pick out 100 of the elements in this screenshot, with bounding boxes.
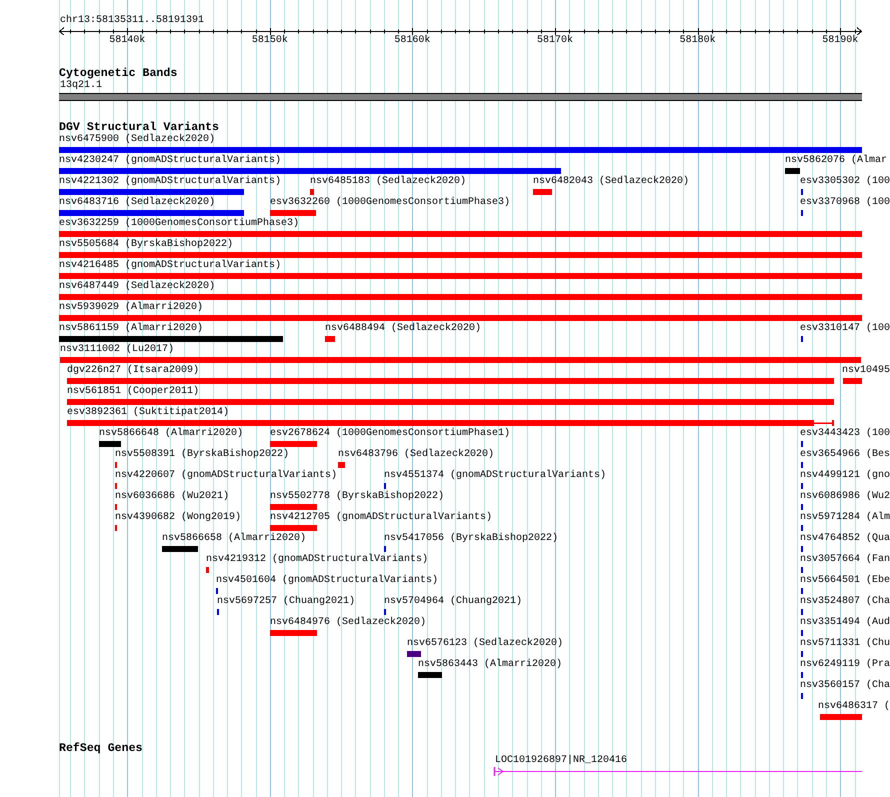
track-title: RefSeq Genes [59,742,142,755]
variant-label: nsv4219312 (gnomADStructuralVariants) [206,554,428,566]
variant-label: nsv5971284 (Alm [800,512,890,524]
variant-bar[interactable] [60,357,861,363]
tick-label: 58140k [109,35,146,47]
variant-label: nsv10495 [842,365,890,377]
variant-bar[interactable] [162,546,198,552]
variant-bar[interactable] [843,378,862,384]
variant-bar[interactable] [270,210,316,216]
variant-bar[interactable] [418,672,442,678]
variant-bar[interactable] [533,189,552,195]
variant-label: nsv3057664 (Fan [800,554,890,566]
variant-label: nsv4221302 (gnomADStructuralVariants) [59,176,282,188]
variant-bar[interactable] [59,294,862,300]
variant-label: nsv6475900 (Sedlazeck2020) [59,134,216,146]
tick-label: 58180k [680,35,716,47]
gene-model[interactable] [494,767,862,776]
variant-label: esv3632259 (1000GenomesConsortiumPhase3) [59,218,300,230]
variant-bar[interactable] [59,231,862,237]
variant-label: nsv5505684 (ByrskaBishop2022) [59,239,234,251]
tick-label: 58160k [394,35,430,47]
variant-label: nsv5866648 (Almarri2020) [99,428,244,440]
tick-label: 58150k [252,35,288,47]
variant-label: nsv5417056 (ByrskaBishop2022) [384,533,558,545]
variant-label: nsv5508391 (ByrskaBishop2022) [115,449,290,461]
variant-bar[interactable] [59,210,244,216]
variant-label: nsv4499121 (gno [800,470,890,482]
track-title: DGV Structural Variants [59,121,220,134]
variant-label: nsv6488494 (Sedlazeck2020) [325,323,482,335]
band-label: 13q21.1 [60,80,102,92]
variant-bar[interactable] [59,273,862,279]
variant-label: nsv5704964 (Chuang2021) [384,596,522,608]
variant-label: nsv6483716 (Sedlazeck2020) [59,197,216,209]
variant-label: esv3632260 (1000GenomesConsortiumPhase3) [270,197,510,209]
variant-bar[interactable] [67,399,834,405]
variant-bar[interactable] [338,462,345,468]
tick-label: 58170k [537,35,574,47]
variant-bar[interactable] [59,252,862,258]
variant-bar[interactable] [59,189,244,195]
variant-bar[interactable] [67,378,834,384]
variant-label: esv3443423 (100 [800,428,890,440]
variant-bar[interactable] [99,441,121,447]
variant-label: nsv6482043 (Sedlazeck2020) [533,176,690,188]
variant-label: nsv3560157 (Cha [800,680,890,692]
variant-label: esv3305302 (100 [800,176,890,188]
variant-label: nsv4212705 (gnomADStructuralVariants) [270,512,492,524]
variant-label: nsv6485183 (Sedlazeck2020) [310,176,466,188]
variant-label: nsv5711331 (Chu [800,638,890,650]
variant-bar[interactable] [270,504,317,510]
variant-label: nsv5939029 (Almarri2020) [59,302,204,314]
variant-label: nsv4551374 (gnomADStructuralVariants) [384,470,606,482]
variant-bar[interactable] [785,168,800,174]
track-title: Cytogenetic Bands [59,67,178,80]
variant-label: nsv5502778 (ByrskaBishop2022) [270,491,444,503]
variant-bar[interactable] [67,420,834,426]
variant-label: nsv5863443 (Almarri2020) [418,659,562,671]
variant-label: esv3892361 (Suktitipat2014) [67,407,230,419]
tick-label: 58190k [822,35,858,47]
variant-bar[interactable] [59,336,283,342]
variant-label: nsv6483796 (Sedlazeck2020) [338,449,494,461]
variant-bar[interactable] [270,630,317,636]
variant-label: nsv3524807 (Cha [800,596,890,608]
variant-bar[interactable] [820,714,862,720]
variant-label: nsv6487449 (Sedlazeck2020) [59,281,216,293]
variant-label: nsv5697257 (Chuang2021) [217,596,356,608]
location-label: chr13:58135311..58191391 [60,15,204,27]
variant-label: nsv4220607 (gnomADStructuralVariants) [115,470,338,482]
variant-label: nsv4390682 (Wong2019) [115,512,242,524]
variant-bar[interactable] [59,168,561,174]
variant-bar[interactable] [59,315,862,321]
variant-label: esv3370968 (100 [800,197,890,209]
variant-label: nsv6576123 (Sedlazeck2020) [407,638,564,650]
variant-bar[interactable] [270,441,317,447]
variant-label: nsv4230247 (gnomADStructuralVariants) [59,155,282,167]
variant-label: nsv5664501 (Ebe [800,575,890,587]
variant-label: nsv561851 (Cooper2011) [67,386,200,398]
variant-label: nsv5866658 (Almarri2020) [162,533,306,545]
variant-label: esv3310147 (100 [800,323,890,335]
gene-label: LOC101926897|NR_120416 [495,755,628,767]
variant-label: nsv6484976 (Sedlazeck2020) [270,617,426,629]
variant-label: esv3654966 (Bes [800,449,890,461]
variant-bar[interactable] [206,567,209,573]
variant-label: nsv3111002 (Lu2017) [60,344,174,356]
variant-label: nsv4501604 (gnomADStructuralVariants) [216,575,438,587]
variant-label: nsv4216485 (gnomADStructuralVariants) [59,260,282,272]
variant-label: nsv5862076 (Almar [785,155,888,167]
variant-bar[interactable] [325,336,335,342]
variant-label: esv2678624 (1000GenomesConsortiumPhase1) [270,428,510,440]
variant-bar[interactable] [407,651,421,657]
variant-bar[interactable] [310,189,314,195]
variant-label: nsv6249119 (Pra [800,659,890,671]
variant-label: nsv6486317 ( [818,701,890,713]
variant-label: nsv6036686 (Wu2021) [115,491,230,503]
variant-label: nsv5861159 (Almarri2020) [59,323,204,335]
variant-bar[interactable] [270,525,317,531]
variant-label: nsv4764852 (Qua [800,533,890,545]
variant-label: nsv3351494 (Aud [800,617,890,629]
variant-label: nsv6086986 (Wu2 [800,491,890,503]
variant-bar[interactable] [59,147,862,153]
variant-label: dgv226n27 (Itsara2009) [67,365,200,377]
